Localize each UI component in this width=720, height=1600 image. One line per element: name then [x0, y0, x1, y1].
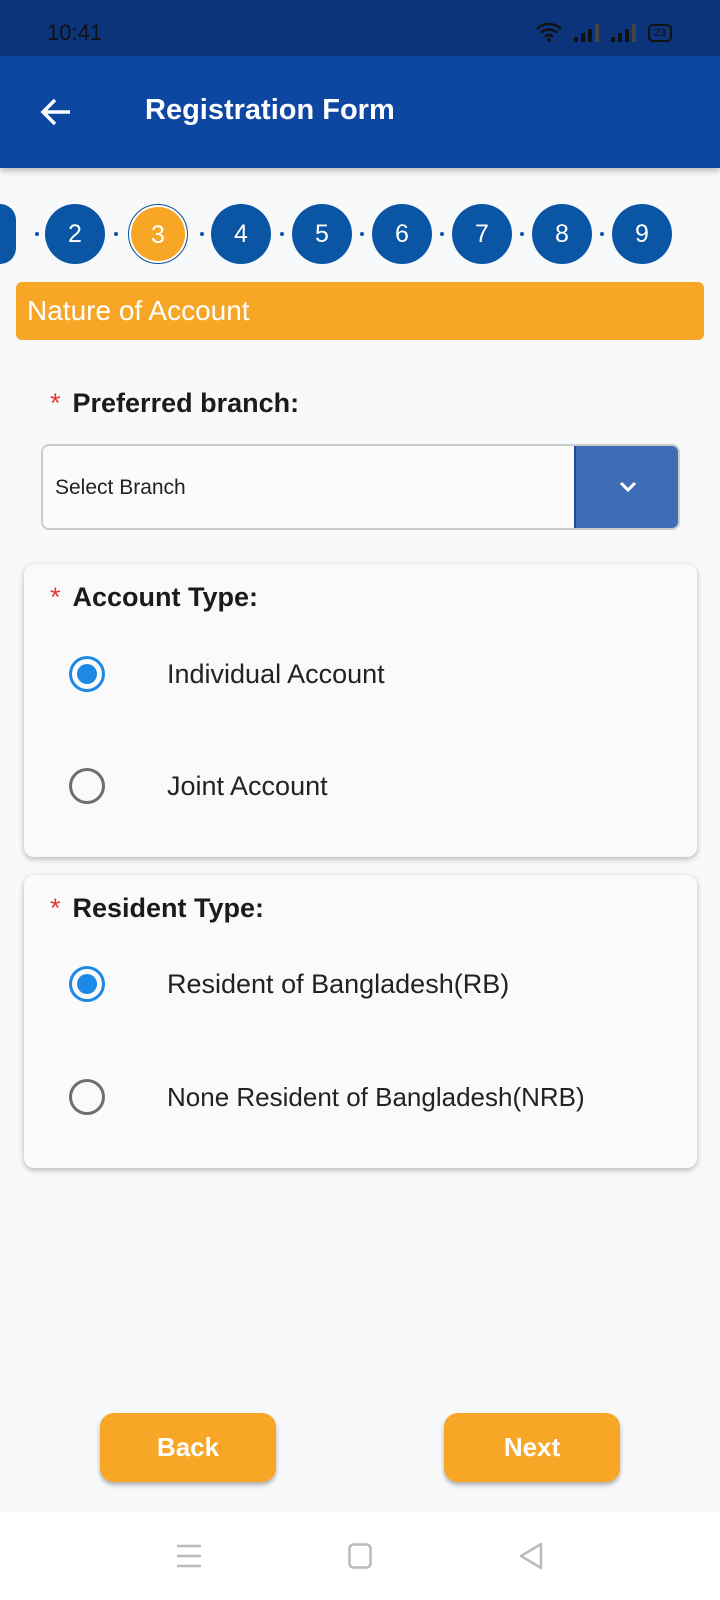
step-1[interactable]: [0, 204, 16, 264]
radio-checked-icon[interactable]: [69, 966, 105, 1002]
step-6[interactable]: 6: [372, 204, 432, 264]
account-type-label: * Account Type:: [50, 582, 259, 612]
resident-type-card: * Resident Type: Resident of Bangladesh(R…: [24, 875, 697, 1168]
radio-individual-account[interactable]: Individual Account: [69, 656, 385, 692]
section-header: Nature of Account: [16, 282, 704, 340]
signal-icon: [573, 24, 599, 42]
signal-icon-2: [610, 24, 636, 42]
battery-icon: 23: [647, 24, 672, 42]
branch-select[interactable]: Select Branch: [41, 444, 680, 530]
step-3-active[interactable]: 3: [128, 204, 188, 264]
step-8[interactable]: 8: [532, 204, 592, 264]
radio-unchecked-icon[interactable]: [69, 768, 105, 804]
branch-select-value: Select Branch: [55, 476, 186, 499]
dropdown-button[interactable]: [574, 446, 678, 528]
radio-resident-nrb[interactable]: None Resident of Bangladesh(NRB): [69, 1079, 585, 1115]
home-icon[interactable]: [348, 1543, 372, 1569]
status-time: 10:41: [47, 20, 103, 45]
step-4[interactable]: 4: [211, 204, 271, 264]
next-button[interactable]: Next: [444, 1413, 620, 1482]
back-nav-icon[interactable]: [518, 1542, 544, 1570]
radio-resident-rb[interactable]: Resident of Bangladesh(RB): [69, 966, 509, 1002]
step-9[interactable]: 9: [612, 204, 672, 264]
resident-type-label: * Resident Type:: [50, 893, 265, 923]
system-nav-bar: [0, 1512, 720, 1600]
page-title: Registration Form: [145, 94, 395, 126]
menu-icon[interactable]: [176, 1544, 202, 1568]
wifi-icon: [535, 22, 562, 42]
stepper: 2 3 4 5 6 7 8 9: [0, 204, 720, 264]
status-bar: 10:41 23: [0, 0, 720, 56]
step-2[interactable]: 2: [45, 204, 105, 264]
radio-joint-account[interactable]: Joint Account: [69, 768, 328, 804]
app-bar: Registration Form: [0, 56, 720, 168]
radio-checked-icon[interactable]: [69, 656, 105, 692]
step-7[interactable]: 7: [452, 204, 512, 264]
back-arrow-icon[interactable]: [36, 92, 76, 132]
back-button[interactable]: Back: [100, 1413, 276, 1482]
step-5[interactable]: 5: [292, 204, 352, 264]
chevron-down-icon: [619, 481, 637, 493]
branch-label: * Preferred branch:: [50, 388, 300, 418]
radio-unchecked-icon[interactable]: [69, 1079, 105, 1115]
account-type-card: * Account Type: Individual Account Joint …: [24, 564, 697, 857]
